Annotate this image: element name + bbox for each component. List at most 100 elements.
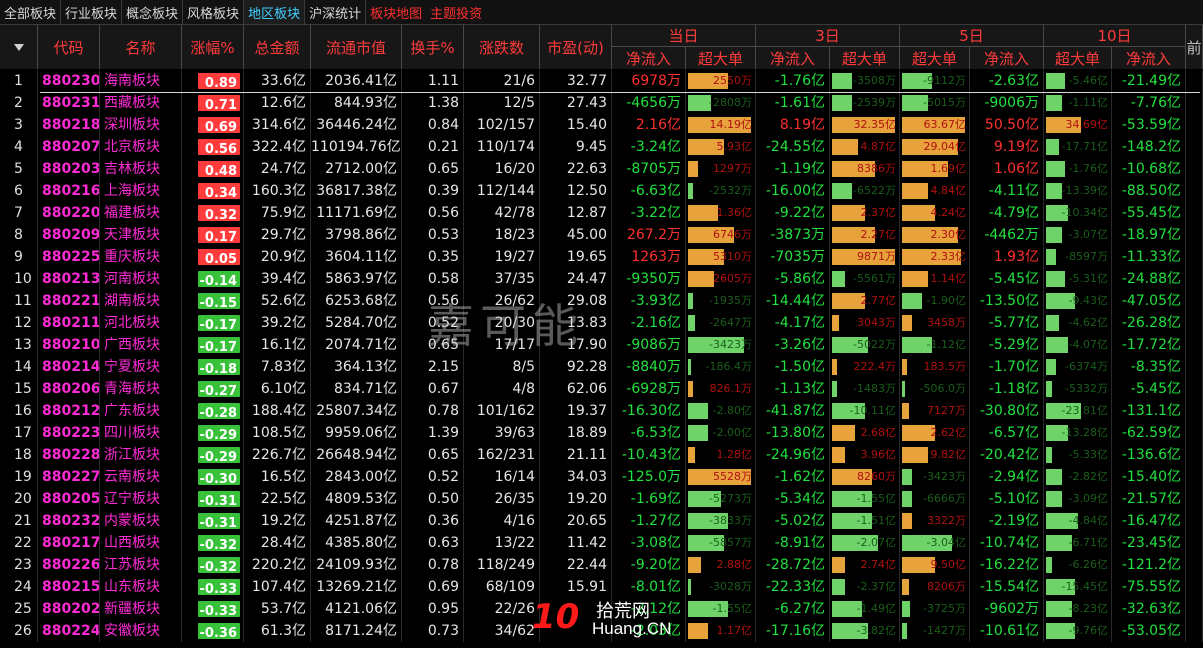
extra-cell [1186, 422, 1203, 444]
table-row[interactable]: 18 880228 浙江板块 -0.29 226.7亿 26648.94亿 0.65 162/… [0, 444, 1203, 466]
up-down-count: 34/62 [464, 620, 540, 642]
change-pct-value: -0.18 [199, 362, 237, 377]
total-amount: 7.83亿 [244, 356, 311, 378]
sort-column-header[interactable] [0, 25, 38, 69]
subheader-1-1[interactable]: 净流入 [612, 47, 686, 69]
tab-5[interactable]: 地区板块 [244, 0, 306, 24]
tab-8[interactable]: 主题投资 [426, 0, 486, 24]
up-down-count: 21/6 [464, 70, 540, 92]
super-large-order-d1b: 2.88亿 [686, 554, 756, 576]
table-row[interactable]: 3 880218 深圳板块 0.69 314.6亿 36446.24亿 0.84 102/15… [0, 114, 1203, 136]
subheader-1-2[interactable]: 超大单 [686, 47, 756, 69]
header-change-pct[interactable]: 涨幅% [182, 25, 244, 69]
flow-bar-value: -3833万 [709, 514, 752, 527]
stock-code: 880218 [38, 114, 100, 136]
header-turnover[interactable]: 换手% [402, 25, 464, 69]
net-inflow-d1: -1.69亿 [612, 488, 686, 510]
net-inflow-d3: -24.55亿 [756, 136, 830, 158]
market-cap: 5284.70亿 [311, 312, 402, 334]
table-row[interactable]: 11 880221 湖南板块 -0.15 52.6亿 6253.68亿 0.56 26/62 2… [0, 290, 1203, 312]
table-row[interactable]: 20 880205 辽宁板块 -0.31 22.5亿 4809.53亿 0.50 26/35 1… [0, 488, 1203, 510]
flow-bar [688, 623, 708, 639]
net-inflow-d1: -3.08亿 [612, 532, 686, 554]
net-inflow-d1: -6928万 [612, 378, 686, 400]
total-amount: 19.2亿 [244, 510, 311, 532]
net-inflow-d1: -9.20亿 [612, 554, 686, 576]
flow-bar [688, 293, 693, 309]
board-name: 广东板块 [100, 400, 182, 422]
net-inflow-d1: -3.24亿 [612, 136, 686, 158]
table-row[interactable]: 23 880226 江苏板块 -0.32 220.2亿 24109.93亿 0.78 118/… [0, 554, 1203, 576]
tab-6[interactable]: 沪深统计 [305, 0, 367, 24]
table-row[interactable]: 6 880216 上海板块 0.34 160.3亿 36817.38亿 0.39 112/14… [0, 180, 1203, 202]
stock-code: 880203 [38, 158, 100, 180]
header-up-down-count[interactable]: 涨跌数 [464, 25, 540, 69]
change-pct-value: -0.32 [199, 538, 237, 553]
flow-bar [688, 557, 701, 573]
table-row[interactable]: 2 880231 西藏板块 0.71 12.6亿 844.93亿 1.38 12/5 27.43… [0, 92, 1203, 114]
subheader-3-2[interactable]: 净流入 [970, 47, 1044, 69]
change-pct-cell: -0.14 [182, 268, 244, 290]
table-row[interactable]: 26 880224 安徽板块 -0.36 61.3亿 8171.24亿 0.73 34/62 -… [0, 620, 1203, 642]
net-inflow-d5: -6.57亿 [970, 422, 1044, 444]
table-row[interactable]: 1 880230 海南板块 0.89 33.6亿 2036.41亿 1.11 21/6 32.7… [0, 70, 1203, 92]
change-pct-badge: -0.32 [198, 535, 240, 553]
table-row[interactable]: 9 880225 重庆板块 0.05 20.9亿 3604.11亿 0.35 19/27 19.… [0, 246, 1203, 268]
table-row[interactable]: 15 880206 青海板块 -0.27 6.10亿 834.71亿 0.67 4/8 62.0… [0, 378, 1203, 400]
subheader-4-1[interactable]: 超大单 [1044, 47, 1112, 69]
market-cap: 844.93亿 [311, 92, 402, 114]
change-pct-cell: -0.32 [182, 554, 244, 576]
flow-bar-value: -3.07亿 [1068, 228, 1108, 241]
table-row[interactable]: 8 880209 天津板块 0.17 29.7亿 3798.86亿 0.53 18/23 45.… [0, 224, 1203, 246]
table-row[interactable]: 24 880215 山东板块 -0.33 107.4亿 13269.21亿 0.69 68/1… [0, 576, 1203, 598]
subheader-2-1[interactable]: 净流入 [756, 47, 830, 69]
table-row[interactable]: 25 880202 新疆板块 -0.33 53.7亿 4121.06亿 0.95 22/26 -… [0, 598, 1203, 620]
market-cap: 5863.97亿 [311, 268, 402, 290]
header-extra[interactable]: 前 [1186, 25, 1203, 69]
flow-bar-value: -2.07亿 [856, 536, 896, 549]
flow-bar-value: -15.45亿 [1061, 580, 1108, 593]
subheader-4-2[interactable]: 净流入 [1112, 47, 1186, 69]
super-large-order-d5b: -1427万 [900, 620, 970, 642]
flow-bar-value: 1.28亿 [716, 448, 753, 461]
table-row[interactable]: 17 880223 四川板块 -0.29 108.5亿 9959.06亿 1.39 39/63… [0, 422, 1203, 444]
table-row[interactable]: 13 880210 广西板块 -0.17 16.1亿 2074.71亿 0.65 17/17 1… [0, 334, 1203, 356]
change-pct-badge: -0.31 [198, 513, 240, 531]
net-inflow-d10: -15.40亿 [1112, 466, 1186, 488]
stock-code: 880209 [38, 224, 100, 246]
table-row[interactable]: 7 880220 福建板块 0.32 75.9亿 11171.69亿 0.56 42/78 12… [0, 202, 1203, 224]
tab-4[interactable]: 风格板块 [183, 0, 245, 24]
tab-1[interactable]: 全部板块 [0, 0, 62, 24]
up-down-count: 18/23 [464, 224, 540, 246]
total-amount: 29.7亿 [244, 224, 311, 246]
header-code[interactable]: 代码 [38, 25, 100, 69]
change-pct-cell: 0.69 [182, 114, 244, 136]
net-inflow-d3: -1.61亿 [756, 92, 830, 114]
table-row[interactable]: 16 880212 广东板块 -0.28 188.4亿 25807.34亿 0.78 101/… [0, 400, 1203, 422]
tab-3[interactable]: 概念板块 [122, 0, 184, 24]
flow-bar-value: -1.51亿 [856, 514, 896, 527]
table-row[interactable]: 14 880214 宁夏板块 -0.18 7.83亿 364.13亿 2.15 8/5 92.2… [0, 356, 1203, 378]
table-row[interactable]: 4 880207 北京板块 0.56 322.4亿 110194.76亿 0.21 110/1… [0, 136, 1203, 158]
table-row[interactable]: 19 880227 云南板块 -0.30 16.5亿 2843.00亿 0.52 16/14 3… [0, 466, 1203, 488]
header-pe[interactable]: 市盈(动) [540, 25, 612, 69]
change-pct-badge: -0.36 [198, 623, 240, 641]
table-row[interactable]: 5 880203 吉林板块 0.48 24.7亿 2712.00亿 0.65 16/20 22.… [0, 158, 1203, 180]
subheader-2-2[interactable]: 超大单 [830, 47, 900, 69]
header-name[interactable]: 名称 [100, 25, 182, 69]
extra-cell [1186, 114, 1203, 136]
extra-cell [1186, 290, 1203, 312]
flow-bar [688, 359, 691, 375]
subheader-3-1[interactable]: 超大单 [900, 47, 970, 69]
tab-7[interactable]: 板块地图 [366, 0, 426, 24]
tab-2[interactable]: 行业板块 [61, 0, 123, 24]
table-row[interactable]: 12 880211 河北板块 -0.17 39.2亿 5284.70亿 0.52 20/30 1… [0, 312, 1203, 334]
table-row[interactable]: 22 880217 山西板块 -0.32 28.4亿 4385.80亿 0.63 13/22 1… [0, 532, 1203, 554]
table-row[interactable]: 10 880213 河南板块 -0.14 39.4亿 5863.97亿 0.58 37/35 2… [0, 268, 1203, 290]
stock-code: 880210 [38, 334, 100, 356]
table-row[interactable]: 21 880232 内蒙板块 -0.31 19.2亿 4251.87亿 0.36 4/16 20… [0, 510, 1203, 532]
header-market-cap[interactable]: 流通市值 [311, 25, 402, 69]
up-down-count: 19/27 [464, 246, 540, 268]
header-amount[interactable]: 总金额 [244, 25, 311, 69]
board-name: 深圳板块 [100, 114, 182, 136]
